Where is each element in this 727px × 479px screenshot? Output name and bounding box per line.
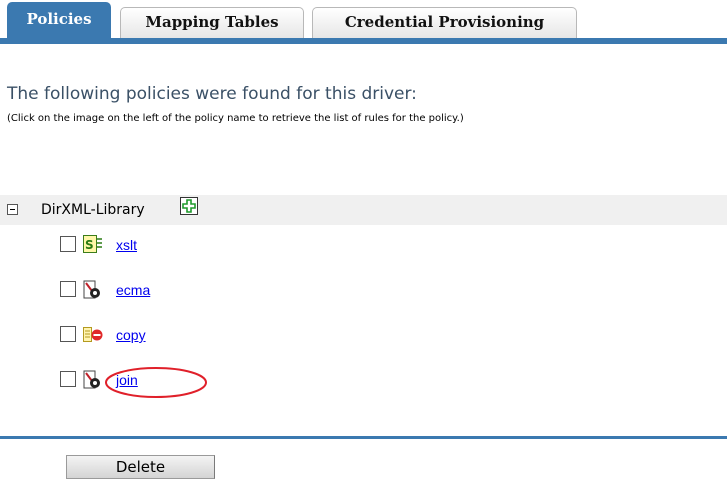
policy-row-copy: copy: [60, 325, 360, 347]
policy-checkbox[interactable]: [60, 371, 76, 387]
collapse-icon[interactable]: [7, 204, 18, 215]
policy-row-ecma: ecma: [60, 280, 360, 302]
copy-policy-icon[interactable]: [83, 325, 103, 344]
tab-underline: [0, 38, 727, 44]
policy-checkbox[interactable]: [60, 281, 76, 297]
delete-button[interactable]: Delete: [66, 455, 215, 479]
svg-text:S: S: [85, 238, 94, 252]
stylesheet-icon[interactable]: S: [83, 235, 103, 254]
ecma-script-icon[interactable]: [83, 370, 103, 389]
add-plus-icon[interactable]: [180, 197, 198, 215]
policy-link-copy[interactable]: copy: [116, 327, 146, 343]
ecma-script-icon[interactable]: [83, 280, 103, 299]
policy-link-xslt[interactable]: xslt: [116, 237, 137, 253]
library-row: DirXML-Library: [0, 195, 727, 225]
library-name: DirXML-Library: [41, 202, 145, 218]
tab-mapping-tables[interactable]: Mapping Tables: [120, 7, 304, 38]
page-heading: The following policies were found for th…: [7, 84, 417, 104]
policy-link-ecma[interactable]: ecma: [116, 282, 150, 298]
page-instructions: (Click on the image on the left of the p…: [7, 113, 464, 124]
footer-separator: [0, 436, 727, 439]
tab-bar: Policies Mapping Tables Credential Provi…: [0, 0, 727, 44]
policy-row-xslt: S xslt: [60, 235, 360, 257]
tab-credential-provisioning[interactable]: Credential Provisioning: [312, 7, 577, 38]
policy-checkbox[interactable]: [60, 236, 76, 252]
policy-checkbox[interactable]: [60, 326, 76, 342]
tab-policies[interactable]: Policies: [7, 2, 111, 38]
highlight-ellipse: [105, 367, 207, 398]
